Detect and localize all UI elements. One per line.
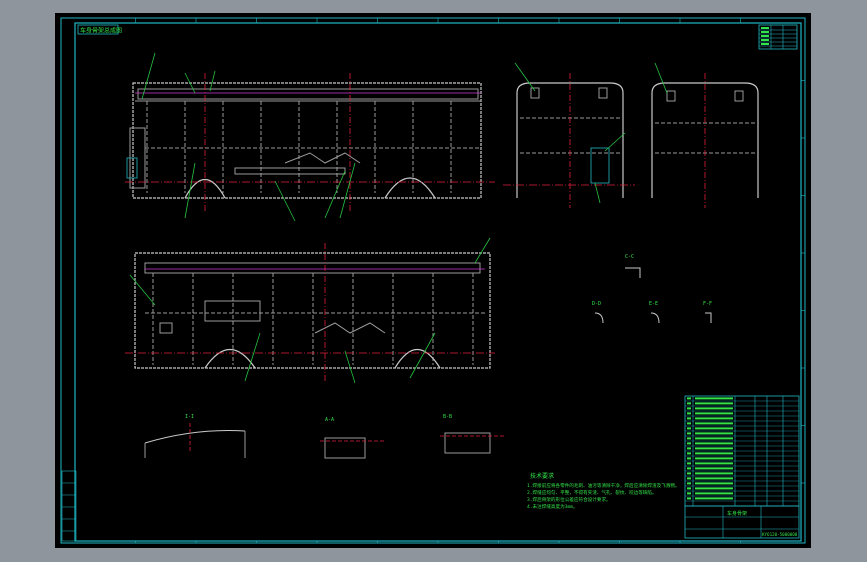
technical-notes: 技术要求 1.焊接前应将各零件的毛刺、油污等清除干净，焊后应清除焊渣及飞溅物。 … bbox=[527, 472, 680, 510]
section-label-c: C-C bbox=[625, 254, 634, 260]
parts-list bbox=[684, 395, 800, 507]
section-label-a: A-A bbox=[325, 417, 334, 423]
section-label-e: E-E bbox=[649, 301, 658, 307]
title-block: 车身骨架 KY6120-5000000 bbox=[684, 505, 800, 539]
revision-table bbox=[758, 24, 798, 50]
section-label-b: B-B bbox=[443, 414, 452, 420]
rear-view bbox=[651, 62, 759, 208]
title-name: 车身骨架 bbox=[727, 510, 747, 517]
section-label-d: D-D bbox=[592, 301, 601, 307]
note-line-3: 3.焊后骨架的形位公差应符合设计要求。 bbox=[527, 496, 611, 503]
section-label-i: I-I bbox=[185, 414, 194, 420]
front-view bbox=[503, 62, 635, 208]
drawing-sheet: 车身骨架总成图 I-I A-A B-B C-C D-D E-E F-F 技术要求… bbox=[60, 17, 806, 544]
side-view-upper bbox=[125, 52, 495, 222]
note-line-4: 4.未注焊缝高度为3mm。 bbox=[527, 503, 578, 510]
note-line-2: 2.焊缝应均匀、平整，不得有夹渣、气孔、裂纹、咬边等缺陷。 bbox=[527, 489, 657, 496]
cad-viewport[interactable]: 车身骨架总成图 I-I A-A B-B C-C D-D E-E F-F 技术要求… bbox=[55, 13, 811, 548]
side-view-lower bbox=[125, 237, 495, 384]
notes-heading: 技术要求 bbox=[530, 472, 554, 480]
approval-strip bbox=[61, 470, 77, 542]
drawing-tag: 车身骨架总成图 bbox=[80, 27, 122, 35]
title-code: KY6120-5000000 bbox=[762, 532, 798, 537]
section-details: I-I A-A B-B C-C D-D E-E F-F bbox=[144, 254, 712, 459]
note-line-1: 1.焊接前应将各零件的毛刺、油污等清除干净，焊后应清除焊渣及飞溅物。 bbox=[527, 482, 680, 489]
section-label-f: F-F bbox=[703, 301, 712, 307]
